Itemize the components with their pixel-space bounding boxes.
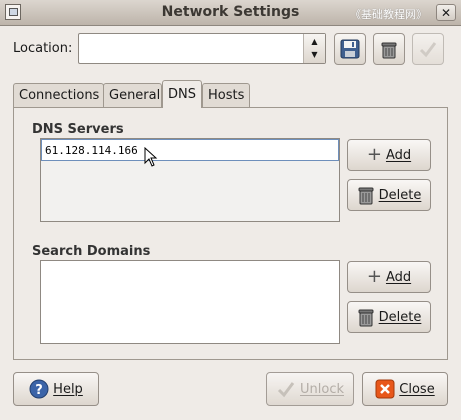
dns-delete-button[interactable]: Delete [347, 179, 431, 211]
dns-add-button[interactable]: + Add [347, 139, 431, 171]
tab-connections[interactable]: Connections [13, 83, 104, 107]
dns-servers-empty-area [41, 161, 339, 221]
delete-location-button[interactable] [373, 33, 405, 65]
search-delete-button[interactable]: Delete [347, 301, 431, 333]
checkmark-icon [277, 382, 295, 398]
dns-server-row[interactable] [41, 139, 339, 161]
location-combo[interactable]: ▲ ▼ [78, 33, 326, 64]
plus-icon: + [366, 144, 382, 165]
unlock-button[interactable]: Unlock [266, 372, 354, 406]
tab-general[interactable]: General [103, 83, 162, 107]
dns-servers-list[interactable] [40, 138, 340, 222]
search-domains-label: Search Domains [32, 244, 151, 259]
save-location-button[interactable] [334, 33, 366, 65]
watermark: 《基础教程网》 [350, 8, 427, 21]
trash-can-icon [358, 187, 374, 205]
checkmark-icon [419, 42, 437, 58]
trash-can-icon [381, 42, 397, 59]
title-bar: Network Settings 《基础教程网》 ✕ [0, 0, 461, 26]
close-icon [375, 379, 395, 399]
svg-text:?: ? [35, 383, 43, 398]
close-button[interactable]: Close [362, 372, 448, 406]
plus-icon: + [366, 266, 382, 287]
close-label: Close [399, 381, 435, 397]
apply-location-button[interactable] [412, 33, 444, 65]
tab-dns[interactable]: DNS [162, 80, 202, 108]
mouse-pointer-icon [144, 147, 158, 167]
dns-servers-label: DNS Servers [32, 122, 124, 137]
dns-delete-label: Delete [378, 187, 422, 203]
location-label: Location: [13, 41, 73, 56]
search-add-button[interactable]: + Add [347, 261, 431, 293]
search-domains-list[interactable] [40, 260, 340, 344]
search-add-label: Add [385, 269, 412, 285]
trash-can-icon [358, 309, 374, 327]
help-label: Help [53, 381, 83, 397]
help-button[interactable]: ? Help [13, 372, 99, 406]
search-delete-label: Delete [378, 309, 422, 325]
help-icon: ? [29, 379, 49, 399]
combo-arrow-icon[interactable]: ▲ ▼ [303, 34, 325, 63]
tab-hosts[interactable]: Hosts [202, 83, 250, 107]
unlock-label: Unlock [300, 381, 344, 397]
floppy-disk-icon [340, 39, 360, 59]
window-close-button[interactable]: ✕ [436, 4, 456, 21]
dns-add-label: Add [385, 147, 412, 163]
